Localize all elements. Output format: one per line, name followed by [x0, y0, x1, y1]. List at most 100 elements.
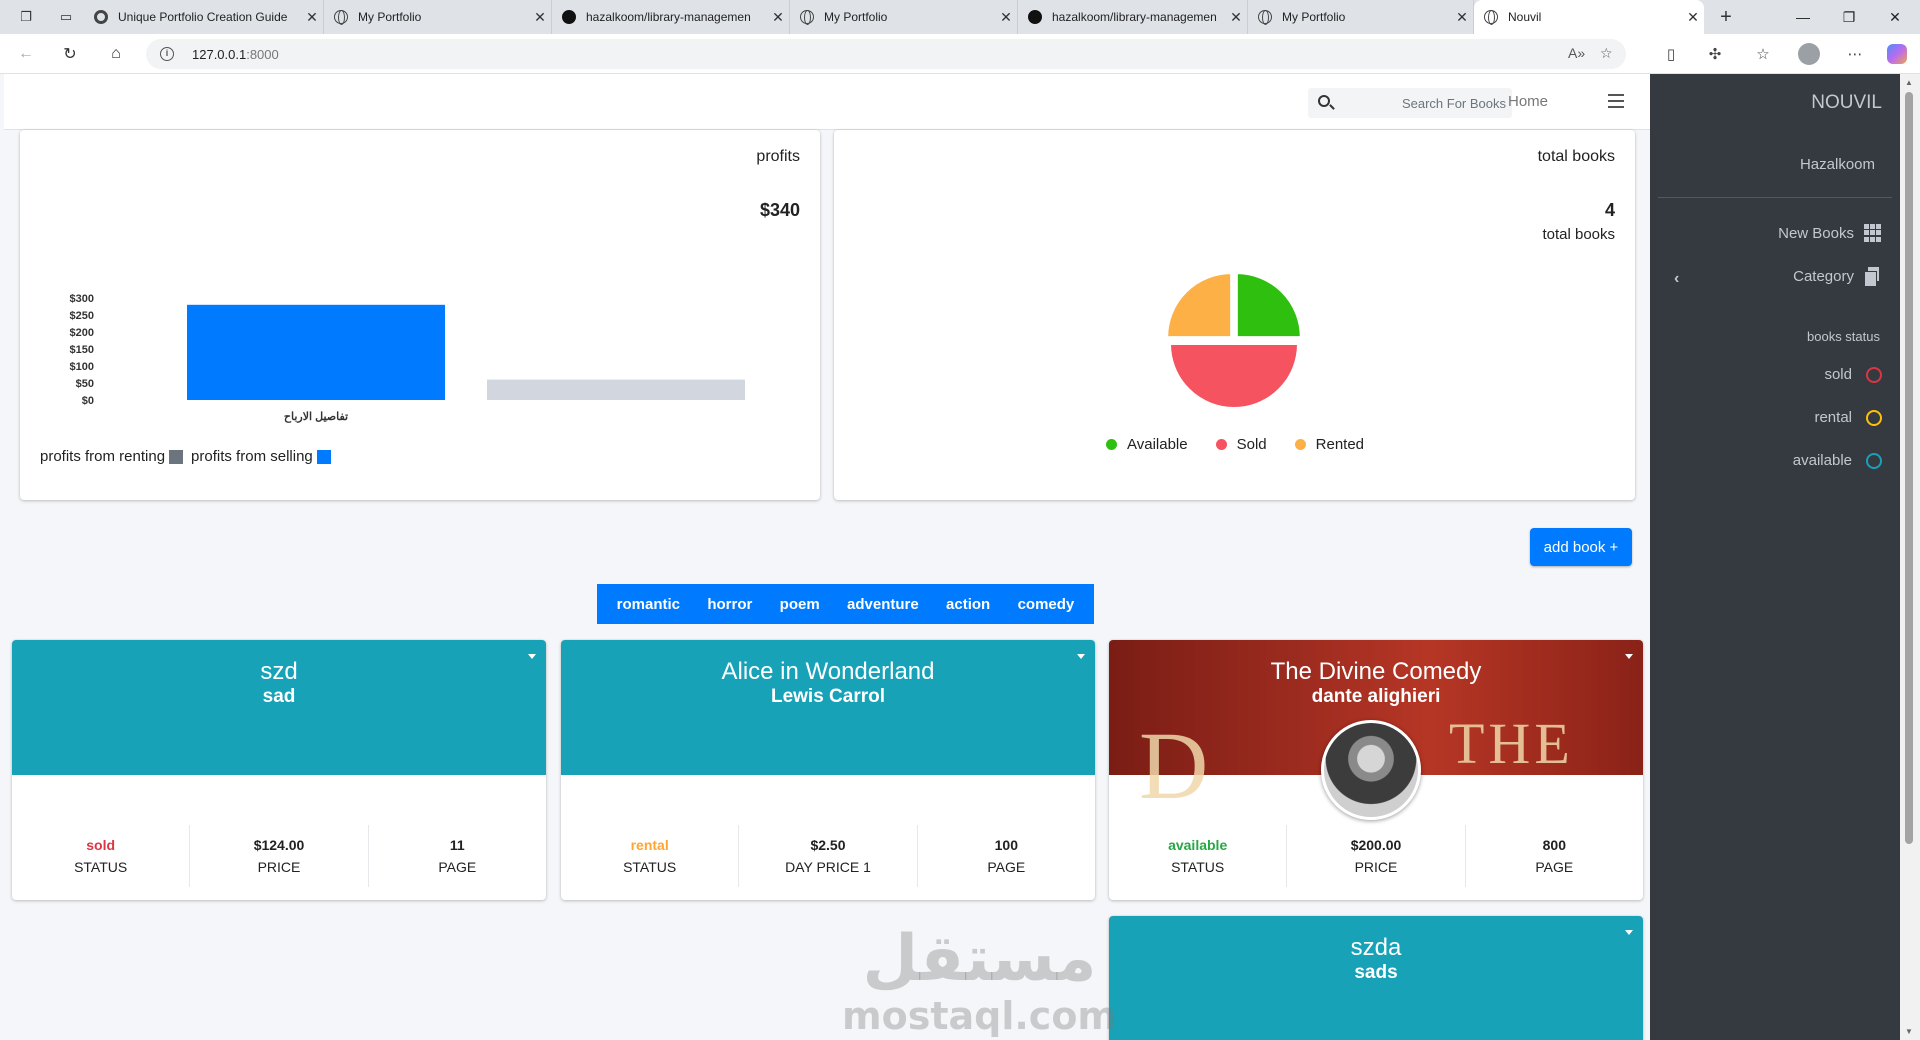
pie-slice-rented[interactable]: [1166, 272, 1233, 339]
sidebar-item-label: sold: [1824, 366, 1852, 383]
copilot-icon[interactable]: [1884, 42, 1910, 66]
category-romantic[interactable]: romantic: [617, 596, 680, 613]
bar-profits-from-renting[interactable]: [487, 379, 745, 400]
book-title: szda: [1350, 934, 1402, 961]
search-input[interactable]: [1338, 88, 1506, 118]
book-card[interactable]: szd sad sold STATUS $124.00 PRICE 11 PAGE: [12, 640, 546, 900]
more-options-icon[interactable]: ⋯: [1842, 42, 1868, 66]
total-books-count: 4: [1604, 200, 1615, 220]
hamburger-menu-icon[interactable]: [1608, 94, 1624, 108]
dropdown-caret-icon[interactable]: [1625, 930, 1633, 935]
favorites-icon[interactable]: ☆: [1750, 42, 1776, 66]
pie-slice-sold[interactable]: [1168, 343, 1300, 409]
url-field[interactable]: i 127.0.0.1:8000 A» ☆: [146, 39, 1626, 69]
window-close-icon[interactable]: ✕: [1872, 0, 1918, 34]
books-status-header: books status: [1807, 329, 1880, 344]
new-tab-icon[interactable]: +: [1714, 5, 1738, 29]
bar-profits-from-selling[interactable]: [187, 304, 445, 400]
home-icon[interactable]: ⌂: [104, 42, 128, 66]
category-action[interactable]: action: [946, 596, 990, 613]
sidebar-divider: [1658, 197, 1892, 198]
browser-tab[interactable]: hazalkoom/library-managemen ✕: [552, 0, 790, 34]
browser-tab[interactable]: Unique Portfolio Creation Guide ✕: [84, 0, 324, 34]
sidebar-item-sold[interactable]: sold: [1824, 366, 1882, 383]
category-poem[interactable]: poem: [780, 596, 820, 613]
sidebar-item-label: New Books: [1778, 224, 1854, 242]
read-aloud-icon[interactable]: A»: [1568, 45, 1585, 61]
site-info-icon[interactable]: i: [160, 47, 174, 61]
book-title: Alice in Wonderland: [721, 658, 935, 685]
total-books-subtitle: total books: [1542, 226, 1615, 243]
y-tick-label: $100: [70, 361, 94, 373]
browser-tab[interactable]: My Portfolio ✕: [1248, 0, 1474, 34]
page-value: 11: [449, 837, 465, 853]
book-card[interactable]: D THE The Divine Comedy dante alighieri …: [1109, 640, 1643, 900]
stat-status: available STATUS: [1109, 825, 1288, 887]
close-icon[interactable]: ✕: [767, 9, 789, 26]
dropdown-caret-icon[interactable]: [528, 654, 536, 659]
extensions-icon[interactable]: ✣: [1702, 42, 1728, 66]
tab-actions-icon[interactable]: ▭: [54, 5, 78, 29]
close-icon[interactable]: ✕: [1451, 9, 1473, 26]
tab-title: My Portfolio: [1282, 10, 1346, 24]
back-icon[interactable]: ←: [14, 42, 38, 66]
pie-slice-available[interactable]: [1235, 272, 1302, 339]
favorite-star-icon[interactable]: ☆: [1600, 45, 1613, 62]
chevron-left-icon[interactable]: ‹: [1674, 270, 1679, 288]
reload-icon[interactable]: ↻: [58, 42, 82, 66]
legend-sold[interactable]: Sold: [1215, 436, 1267, 453]
y-tick-label: $150: [70, 344, 94, 356]
chatgpt-icon: [94, 10, 108, 24]
close-icon[interactable]: ✕: [995, 9, 1017, 26]
github-icon: [1028, 10, 1042, 24]
book-card[interactable]: szda sads: [1109, 916, 1643, 1040]
legend-label: Sold: [1236, 436, 1267, 453]
sidebar-item-new-books[interactable]: New Books: [1778, 224, 1882, 242]
user-name[interactable]: Hazalkoom: [1800, 156, 1875, 173]
category-comedy[interactable]: comedy: [1018, 596, 1075, 613]
stat-page: 100 PAGE: [918, 825, 1095, 887]
dropdown-caret-icon[interactable]: [1077, 654, 1085, 659]
category-bar: romantic horror poem adventure action co…: [597, 584, 1094, 624]
category-adventure[interactable]: adventure: [847, 596, 919, 613]
restore-icon[interactable]: ❐: [1826, 0, 1872, 34]
dropdown-caret-icon[interactable]: [1625, 654, 1633, 659]
brand-logo-text[interactable]: NOUVIL: [1811, 92, 1882, 114]
tab-title: hazalkoom/library-managemen: [1052, 10, 1217, 24]
stat-status: sold STATUS: [12, 825, 191, 887]
browser-tab[interactable]: hazalkoom/library-managemen ✕: [1018, 0, 1248, 34]
category-horror[interactable]: horror: [707, 596, 752, 613]
add-book-button[interactable]: add book +: [1530, 528, 1632, 566]
y-tick-label: $300: [70, 293, 94, 305]
close-icon[interactable]: ✕: [529, 9, 551, 26]
book-card[interactable]: Alice in Wonderland Lewis Carrol rental S…: [561, 640, 1095, 900]
profile-icon[interactable]: [1796, 42, 1822, 66]
scroll-up-icon[interactable]: ▲: [1905, 78, 1913, 87]
close-icon[interactable]: ✕: [301, 9, 323, 26]
search-icon[interactable]: [1318, 95, 1330, 107]
book-card-header: szd sad: [12, 640, 546, 775]
book-author: Lewis Carrol: [770, 686, 886, 707]
url-text: 127.0.0.1:8000: [192, 47, 279, 62]
browser-tab[interactable]: My Portfolio ✕: [790, 0, 1018, 34]
close-icon[interactable]: ✕: [1682, 9, 1704, 26]
sidebar-item-available[interactable]: available: [1793, 452, 1882, 469]
sidebar-item-rental[interactable]: rental: [1814, 409, 1882, 426]
workspaces-icon[interactable]: ❐: [14, 5, 38, 29]
close-icon[interactable]: ✕: [1225, 9, 1247, 26]
browser-tab[interactable]: My Portfolio ✕: [324, 0, 552, 34]
scroll-down-icon[interactable]: ▼: [1905, 1027, 1913, 1036]
reading-view-icon[interactable]: ▯: [1658, 42, 1684, 66]
status-label: STATUS: [1171, 859, 1225, 875]
minimize-icon[interactable]: —: [1780, 0, 1826, 34]
legend-available[interactable]: Available: [1106, 436, 1188, 453]
book-card-header: Alice in Wonderland Lewis Carrol: [561, 640, 1095, 775]
browser-tab-active[interactable]: Nouvil ✕: [1474, 0, 1704, 34]
scrollbar-thumb[interactable]: [1905, 92, 1913, 844]
legend-rented[interactable]: Rented: [1294, 436, 1364, 453]
home-link[interactable]: Home: [1508, 93, 1548, 110]
sidebar-item-category[interactable]: Category: [1793, 267, 1882, 287]
page-scrollbar[interactable]: ▲ ▼: [1900, 74, 1920, 1040]
author-avatar: [1321, 720, 1421, 820]
globe-icon: [800, 10, 814, 25]
